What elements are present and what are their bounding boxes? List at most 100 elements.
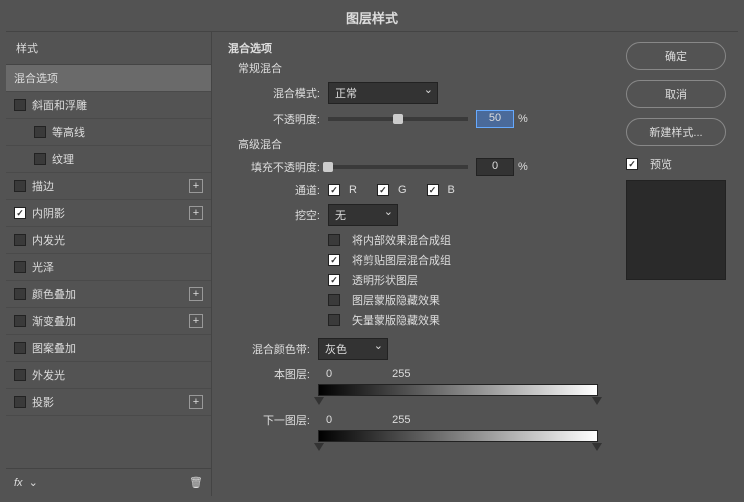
opt-label: 图层蒙版隐藏效果 <box>352 292 440 308</box>
style-label: 内发光 <box>32 232 65 248</box>
trash-icon[interactable]: 🗑 <box>189 476 203 489</box>
advanced-opt-1[interactable]: 将剪贴图层混合成组 <box>328 252 598 268</box>
style-item-9[interactable]: 渐变叠加+ <box>6 308 211 335</box>
style-label: 投影 <box>32 394 54 410</box>
preview-label: 预览 <box>650 156 672 172</box>
add-effect-icon[interactable]: + <box>189 395 203 409</box>
pct-label: % <box>518 113 528 125</box>
fill-opacity-input[interactable]: 0 <box>476 158 514 176</box>
style-label: 纹理 <box>52 151 74 167</box>
style-label: 等高线 <box>52 124 85 140</box>
add-effect-icon[interactable]: + <box>189 287 203 301</box>
cancel-button[interactable]: 取消 <box>626 80 726 108</box>
style-checkbox[interactable] <box>14 342 26 354</box>
style-item-3[interactable]: 纹理 <box>6 146 211 173</box>
opt-checkbox[interactable] <box>328 254 340 266</box>
dialog-title: 图层样式 <box>6 6 738 32</box>
channel-label: B <box>448 184 455 196</box>
slider-handle-left[interactable] <box>314 443 324 451</box>
this-layer-max: 255 <box>392 368 410 380</box>
style-label: 光泽 <box>32 259 54 275</box>
ok-button[interactable]: 确定 <box>626 42 726 70</box>
opt-checkbox[interactable] <box>328 234 340 246</box>
channel-label: R <box>349 184 357 196</box>
add-effect-icon[interactable]: + <box>189 179 203 193</box>
add-effect-icon[interactable]: + <box>189 314 203 328</box>
pct-label: % <box>518 161 528 173</box>
advanced-opt-4[interactable]: 矢量蒙版隐藏效果 <box>328 312 598 328</box>
under-layer-gradient[interactable] <box>318 430 598 442</box>
style-checkbox[interactable] <box>14 396 26 408</box>
slider-knob[interactable] <box>393 114 403 124</box>
style-checkbox[interactable] <box>14 207 26 219</box>
advanced-opt-0[interactable]: 将内部效果混合成组 <box>328 232 598 248</box>
style-checkbox[interactable] <box>14 234 26 246</box>
style-item-4[interactable]: 描边 + <box>6 173 211 200</box>
style-item-11[interactable]: 外发光 <box>6 362 211 389</box>
style-checkbox[interactable] <box>14 99 26 111</box>
style-item-6[interactable]: 内发光 <box>6 227 211 254</box>
sidebar: 样式 混合选项斜面和浮雕等高线纹理描边+内阴影+内发光光泽颜色叠加+渐变叠加+图… <box>6 32 212 496</box>
style-item-7[interactable]: 光泽 <box>6 254 211 281</box>
this-layer-min: 0 <box>326 368 332 380</box>
advanced-blending: 高级混合 填充不透明度: 0 % 通道: RGB 挖空: 无 将内部效果混合成组… <box>238 136 598 328</box>
style-checkbox[interactable] <box>14 261 26 273</box>
style-item-0[interactable]: 混合选项 <box>6 65 211 92</box>
main-panel: 混合选项 常规混合 混合模式: 正常 不透明度: 50 % 高级混合 填充不透明… <box>212 32 614 496</box>
blend-if-select[interactable]: 灰色 <box>318 338 388 360</box>
fill-opacity-label: 填充不透明度: <box>238 159 320 175</box>
channel-checkbox[interactable] <box>328 184 340 196</box>
preview-checkbox[interactable] <box>626 158 638 170</box>
style-label: 图案叠加 <box>32 340 76 356</box>
channel-label: G <box>398 184 407 196</box>
channel-checkbox[interactable] <box>377 184 389 196</box>
opt-label: 将内部效果混合成组 <box>352 232 451 248</box>
style-item-10[interactable]: 图案叠加 <box>6 335 211 362</box>
channel-label: 通道: <box>238 182 320 198</box>
style-checkbox[interactable] <box>34 126 46 138</box>
style-item-1[interactable]: 斜面和浮雕 <box>6 92 211 119</box>
blend-if: 混合颜色带: 灰色 本图层: 0 255 下一图层: <box>238 338 598 442</box>
advanced-opt-3[interactable]: 图层蒙版隐藏效果 <box>328 292 598 308</box>
opacity-input[interactable]: 50 <box>476 110 514 128</box>
add-effect-icon[interactable]: + <box>189 206 203 220</box>
fx-icon[interactable]: fx <box>14 477 23 489</box>
style-item-12[interactable]: 投影 + <box>6 389 211 416</box>
under-layer-max: 255 <box>392 414 410 426</box>
style-checkbox[interactable] <box>14 315 26 327</box>
opt-checkbox[interactable] <box>328 274 340 286</box>
opt-checkbox[interactable] <box>328 294 340 306</box>
style-checkbox[interactable] <box>14 369 26 381</box>
blend-mode-select[interactable]: 正常 <box>328 82 438 104</box>
under-layer-min: 0 <box>326 414 332 426</box>
channel-B[interactable]: B <box>427 184 455 196</box>
under-layer-label: 下一图层: <box>238 412 310 428</box>
this-layer-gradient[interactable] <box>318 384 598 396</box>
opt-checkbox[interactable] <box>328 314 340 326</box>
style-checkbox[interactable] <box>14 288 26 300</box>
style-item-2[interactable]: 等高线 <box>6 119 211 146</box>
style-item-5[interactable]: 内阴影+ <box>6 200 211 227</box>
opt-label: 将剪贴图层混合成组 <box>352 252 451 268</box>
opacity-slider[interactable] <box>328 117 468 121</box>
channel-R[interactable]: R <box>328 184 357 196</box>
right-panel: 确定 取消 新建样式... 预览 <box>614 32 738 496</box>
slider-knob[interactable] <box>323 162 333 172</box>
slider-handle-left[interactable] <box>314 397 324 405</box>
channels: RGB <box>328 184 455 196</box>
advanced-opt-2[interactable]: 透明形状图层 <box>328 272 598 288</box>
advanced-options: 将内部效果混合成组将剪贴图层混合成组透明形状图层图层蒙版隐藏效果矢量蒙版隐藏效果 <box>238 232 598 328</box>
style-checkbox[interactable] <box>34 153 46 165</box>
fill-opacity-slider[interactable] <box>328 165 468 169</box>
preview-toggle[interactable]: 预览 <box>626 156 726 172</box>
channel-G[interactable]: G <box>377 184 407 196</box>
new-style-button[interactable]: 新建样式... <box>626 118 726 146</box>
knockout-select[interactable]: 无 <box>328 204 398 226</box>
slider-handle-right[interactable] <box>592 397 602 405</box>
slider-handle-right[interactable] <box>592 443 602 451</box>
style-checkbox[interactable] <box>14 180 26 192</box>
channel-checkbox[interactable] <box>427 184 439 196</box>
style-item-8[interactable]: 颜色叠加+ <box>6 281 211 308</box>
chevron-down-icon[interactable]: ⌄ <box>29 476 38 489</box>
style-label: 描边 <box>32 178 54 194</box>
